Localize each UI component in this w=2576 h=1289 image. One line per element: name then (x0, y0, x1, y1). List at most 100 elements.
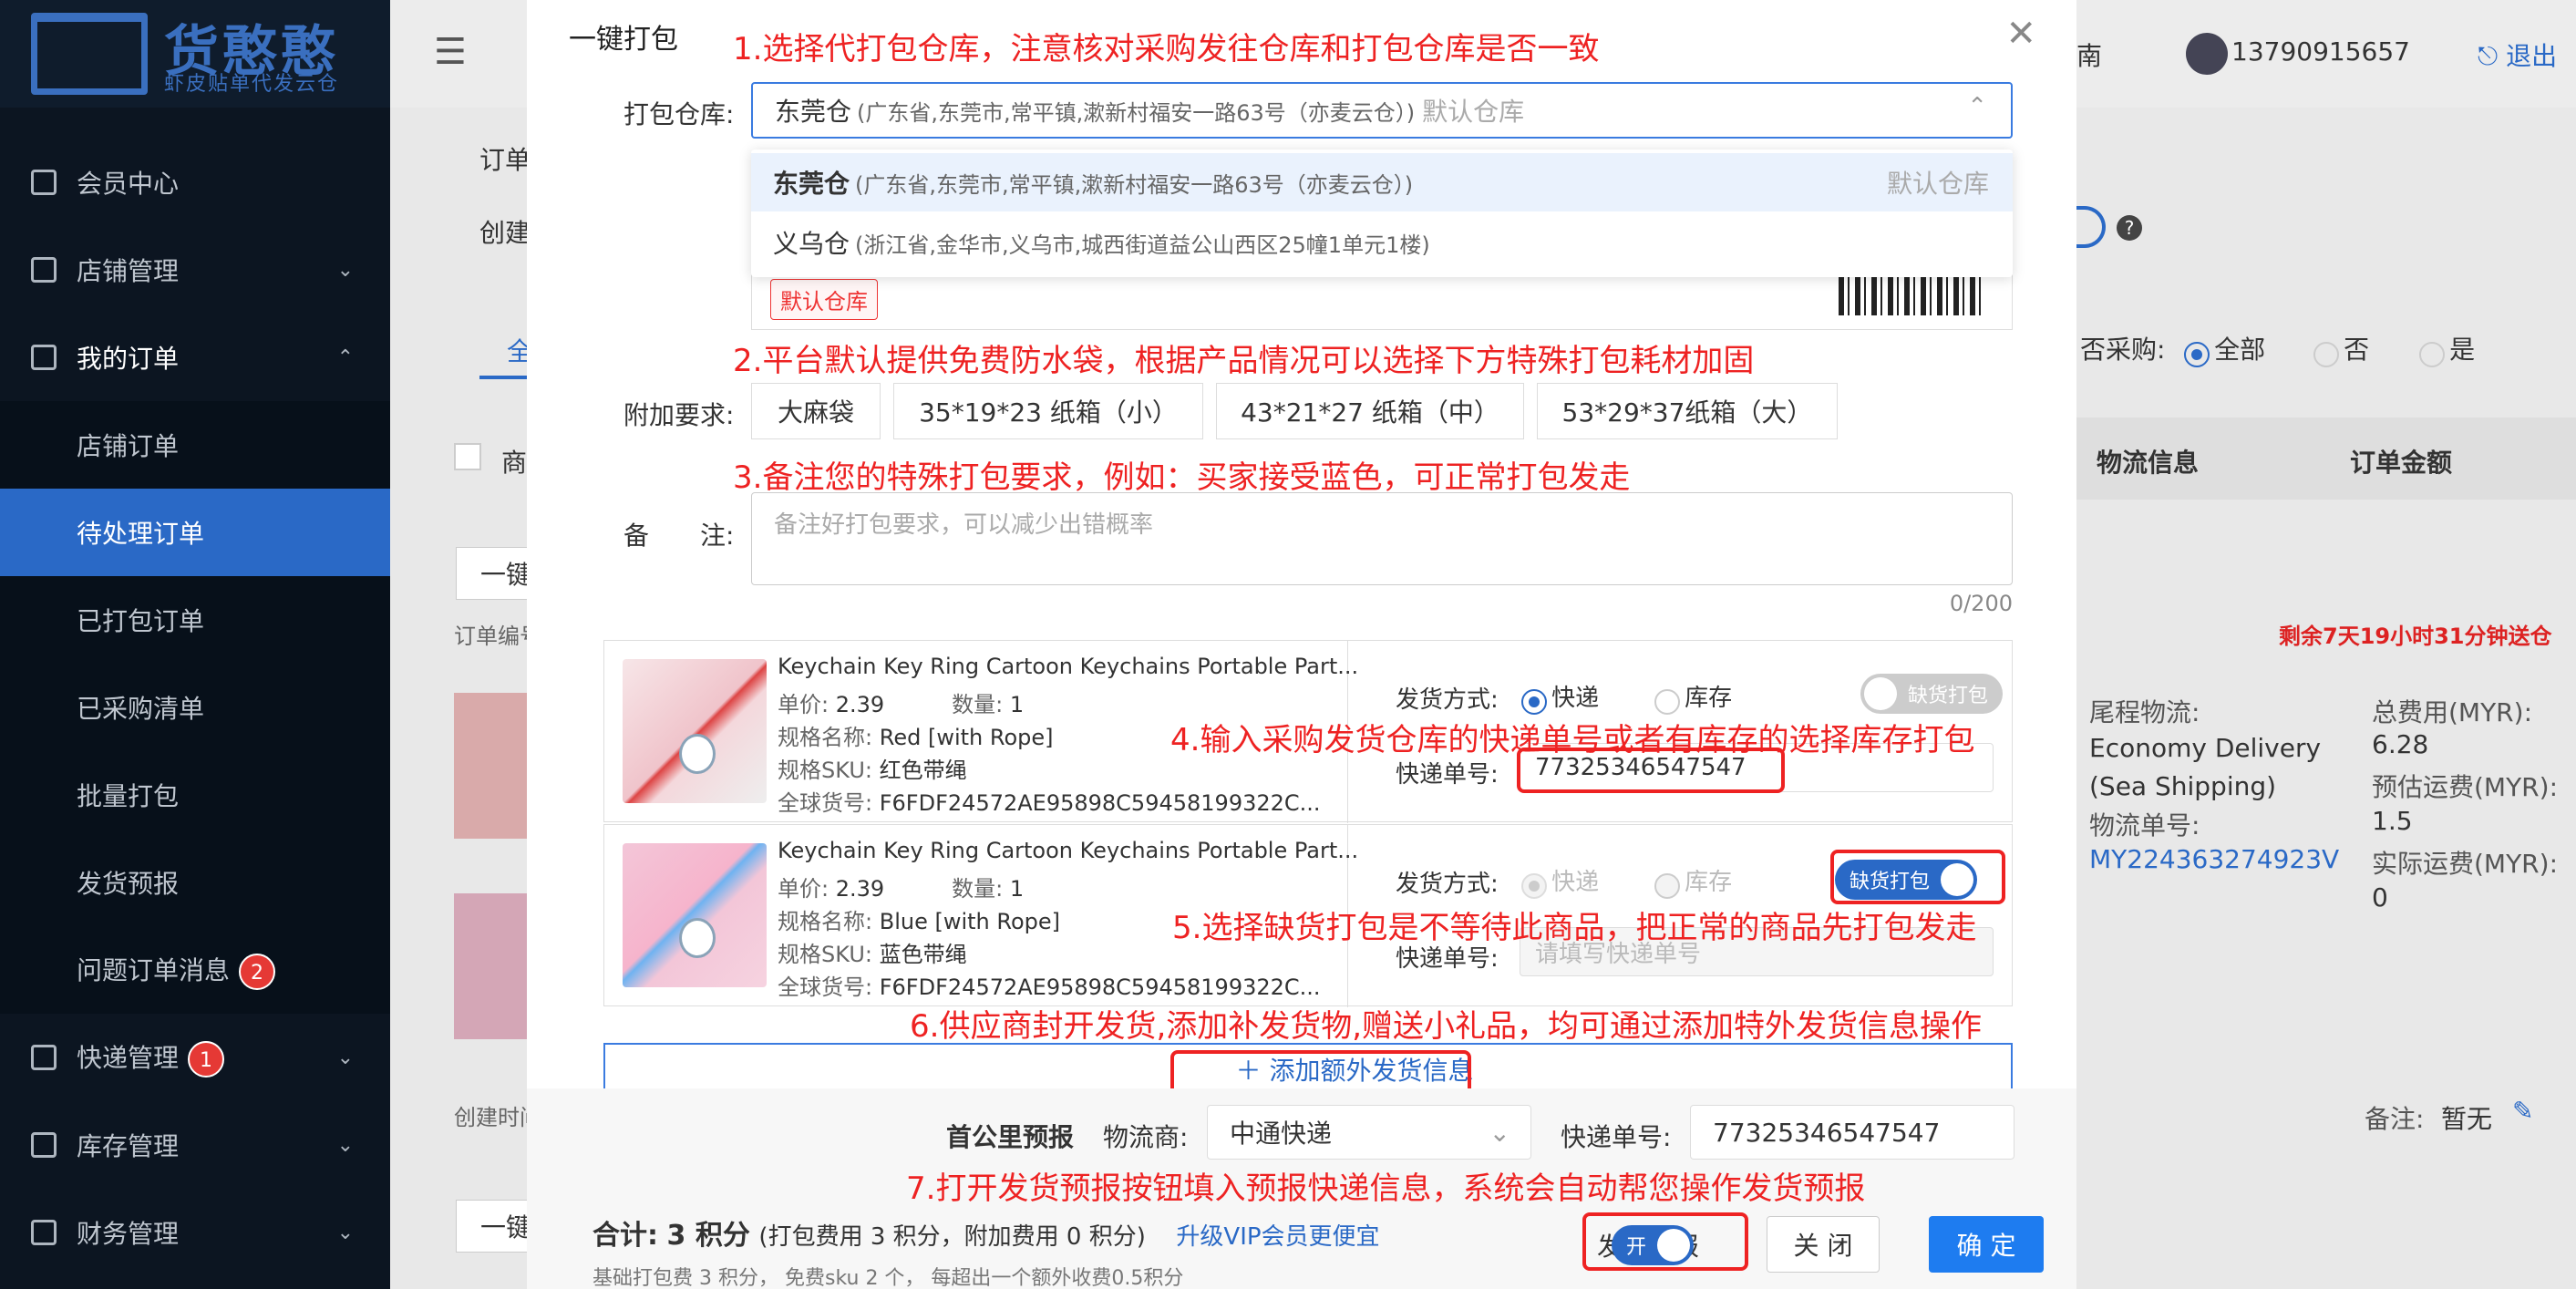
remark-textarea[interactable]: 备注好打包要求，可以减少出错概率 (751, 492, 2013, 585)
product-spec: 规格名称: Red [with Rope] (778, 719, 1054, 751)
sidebar-item-orders[interactable]: 我的订单 ⌃ (0, 314, 390, 401)
sidebar-sub-batch-pack[interactable]: 批量打包 (0, 751, 390, 839)
sidebar-item-stock[interactable]: 库存管理 ⌄ (0, 1101, 390, 1189)
carrier-select[interactable]: 中通快递 ⌄ (1207, 1105, 1531, 1160)
warehouse-selected-name: 东莞仓 (775, 97, 852, 127)
fee-note: 基础打包费 3 积分， 免费sku 2 个， 每超出一个额外收费0.5积分 (592, 1267, 1184, 1289)
top-right-text: 南 (2076, 41, 2103, 71)
ship-opt-stock[interactable]: 库存 (1654, 679, 1732, 715)
extra-chip-big-bag[interactable]: 大麻袋 (751, 383, 881, 439)
total-value: 3 积分 (666, 1220, 750, 1252)
bg-col-logistics: 物流信息 (2097, 448, 2200, 478)
sidebar-sub-problem-orders[interactable]: 问题订单消息 2 (0, 926, 390, 1014)
default-warehouse-tag: 默认仓库 (770, 279, 878, 320)
extra-chip-box-small[interactable]: 35*19*23 纸箱（小） (893, 383, 1203, 439)
forecast-toggle[interactable]: 开 (1612, 1225, 1695, 1265)
sku-value: 蓝色带绳 (879, 942, 967, 967)
option-default-tag: 默认仓库 (1886, 169, 1989, 199)
warehouse-option-dongguan[interactable]: 东莞仓 (广东省,东莞市,常平镇,漱新村福安一路63号（亦麦云仓）) 默认仓库 (751, 153, 2013, 211)
bg-select-all-checkbox[interactable] (454, 443, 481, 470)
help-icon[interactable]: ? (2117, 215, 2142, 241)
option-name: 东莞仓 (773, 169, 850, 199)
bg-orders-label: 订单 (479, 145, 531, 175)
avatar[interactable] (2186, 33, 2228, 75)
qty-label: 数量: (952, 692, 1004, 717)
bg-opt-no[interactable]: 否 (2313, 330, 2369, 367)
product-global-id: 全球货号: F6FDF24572AE95898C59458199322C... (778, 969, 1321, 1001)
bg-logi-no[interactable]: MY224363274923V (2089, 844, 2339, 874)
option-addr: (广东省,东莞市,常平镇,漱新村福安一路63号（亦麦云仓）) (855, 171, 1414, 198)
sidebar-sub-pending-orders[interactable]: 待处理订单 (0, 489, 390, 576)
sidebar-sub-store-orders[interactable]: 店铺订单 (0, 401, 390, 489)
upgrade-vip-link[interactable]: 升级VIP会员更便宜 (1176, 1223, 1379, 1251)
sidebar-item-member[interactable]: 会员中心 (0, 139, 390, 226)
toggle-knob (1864, 677, 1897, 710)
modal-title: 一键打包 (569, 24, 678, 56)
bg-opt-all[interactable]: 全部 (2184, 330, 2265, 367)
bg-purchase-label: 否采购: (2080, 335, 2166, 365)
warehouse-select[interactable]: 东莞仓 (广东省,东莞市,常平镇,漱新村福安一路63号（亦麦云仓）) 默认仓库 … (751, 82, 2013, 139)
bg-opt-yes[interactable]: 是 (2419, 330, 2475, 367)
annotation-1: 1.选择代打包仓库，注意核对采购发往仓库和打包仓库是否一致 (733, 31, 1600, 67)
qty-value: 1 (1009, 692, 1025, 717)
sidebar-sub-purchased-list[interactable]: 已采购清单 (0, 664, 390, 751)
radio-icon (2184, 341, 2210, 367)
product-price-qty: 单价: 2.39 数量: 1 (778, 686, 1024, 718)
price-value: 2.39 (835, 876, 885, 902)
gift-icon (31, 1045, 57, 1070)
extra-chip-box-large[interactable]: 53*29*37纸箱（大） (1537, 383, 1838, 439)
menu-fold-icon[interactable]: ☰ (434, 31, 467, 73)
sidebar: 货憨憨 虾皮贴单代发云仓 会员中心 店铺管理 ⌄ 我的订单 ⌃ 店铺订单 待处理… (0, 0, 390, 1289)
product-spec: 规格名称: Blue [with Rope] (778, 903, 1060, 935)
close-button[interactable]: 关 闭 (1767, 1216, 1880, 1273)
sidebar-item-store[interactable]: 店铺管理 ⌄ (0, 226, 390, 314)
problem-count-badge: 2 (239, 953, 276, 990)
ship-opt-express[interactable]: 快递 (1521, 679, 1599, 715)
one-key-pack-modal: 一键打包 ✕ 1.选择代打包仓库，注意核对采购发往仓库和打包仓库是否一致 打包仓… (527, 0, 2076, 1289)
annotation-5: 5.选择缺货打包是不等待此商品，把正常的商品先打包发走 (1172, 910, 1977, 946)
radio-icon (1654, 872, 1680, 899)
highlight-shortage-toggle (1830, 850, 2005, 904)
warehouse-selected-addr: (广东省,东莞市,常平镇,漱新村福安一路63号（亦麦云仓）) (857, 99, 1416, 126)
sidebar-item-label: 已打包订单 (77, 606, 205, 636)
price-label: 单价: (778, 692, 829, 717)
extra-chip-box-medium[interactable]: 43*21*27 纸箱（中） (1216, 383, 1524, 439)
bg-total-fee-label: 总费用(MYR): (2372, 697, 2532, 727)
confirm-button[interactable]: 确 定 (1929, 1216, 2044, 1273)
fm-express-label: 快递单号: (1561, 1122, 1672, 1152)
sidebar-item-finance[interactable]: 财务管理 ⌄ (0, 1189, 390, 1276)
sidebar-item-express[interactable]: 快递管理 1 ⌄ (0, 1014, 390, 1101)
logout-link[interactable]: ⎋ 退出 (2478, 36, 2557, 73)
warehouse-option-yiwu[interactable]: 义乌仓 (浙江省,金华市,义乌市,城西街道益公山西区25幢1单元1楼) (751, 213, 2013, 272)
remark-char-count: 0/200 (1949, 591, 2013, 616)
express-text: 快递管理 (77, 1042, 180, 1073)
ship-opt-express: 快递 (1521, 863, 1599, 899)
bg-product-image (454, 893, 527, 1039)
radio-icon (1521, 688, 1547, 715)
radio-icon (2419, 341, 2445, 367)
close-icon[interactable]: ✕ (2005, 13, 2036, 55)
express-no-label: 快递单号: (1396, 761, 1499, 789)
warehouse-default-hint: 默认仓库 (1422, 97, 1525, 127)
opt-label: 是 (2449, 335, 2476, 365)
chevron-down-icon: ⌄ (336, 1133, 354, 1157)
highlight-express-no (1517, 748, 1785, 793)
bg-remark-label: 备注: (2365, 1104, 2425, 1134)
bg-created-label: 创建 (479, 218, 531, 248)
product-thumbnail (623, 843, 767, 987)
sidebar-item-label: 店铺订单 (77, 431, 180, 461)
radio-icon (2313, 341, 2339, 367)
ship-opt-stock: 库存 (1654, 863, 1732, 899)
total-detail: (打包费用 3 积分，附加费用 0 积分) (758, 1223, 1146, 1251)
fm-express-input[interactable]: 77325346547547 (1690, 1105, 2014, 1160)
astronaut-keychain-icon (679, 734, 716, 774)
opt-label: 否 (2344, 335, 2370, 365)
bg-tail-label: 尾程物流: (2089, 697, 2200, 727)
sidebar-sub-packed-orders[interactable]: 已打包订单 (0, 576, 390, 664)
edit-icon[interactable]: ✎ (2512, 1096, 2533, 1126)
shortage-pack-toggle[interactable]: 缺货打包 (1860, 674, 2004, 714)
chevron-down-icon: ⌄ (336, 1046, 354, 1069)
price-value: 2.39 (835, 692, 885, 717)
spec-label: 规格名称: (778, 725, 873, 750)
sidebar-sub-forecast[interactable]: 发货预报 (0, 839, 390, 926)
